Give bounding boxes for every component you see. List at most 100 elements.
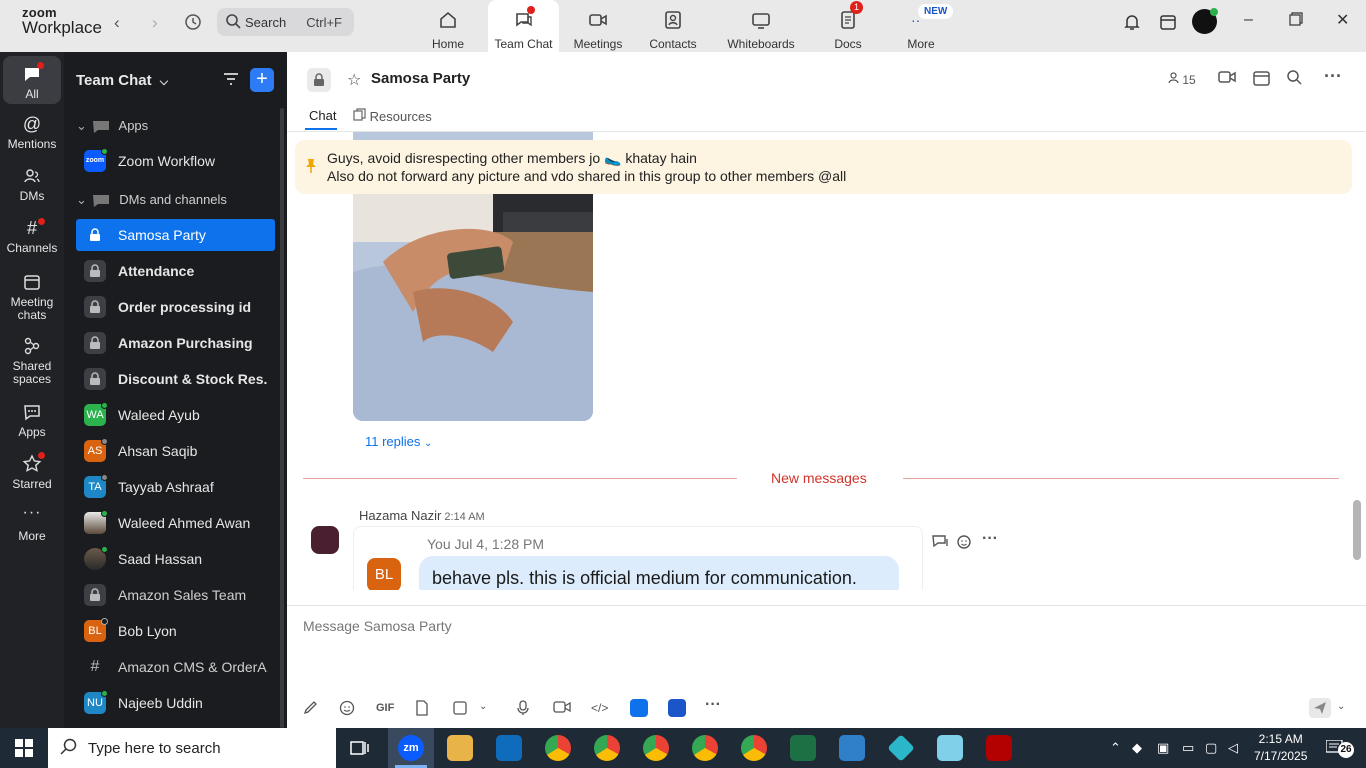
video-icon[interactable] (1218, 70, 1236, 87)
message-scrollbar[interactable] (1353, 500, 1361, 560)
filezilla-icon[interactable] (986, 735, 1012, 761)
taskbar-search[interactable]: Type here to search (48, 728, 336, 768)
calendar-icon[interactable] (1159, 13, 1177, 36)
sidebar-item-saad-hassan[interactable]: Saad Hassan (76, 543, 275, 575)
filter-icon[interactable] (222, 70, 240, 93)
tab-resources[interactable]: Resources (353, 108, 432, 124)
chevron-down-icon[interactable]: ⌄ (479, 701, 487, 712)
bell-icon[interactable] (1123, 13, 1141, 36)
windows-start-icon[interactable] (15, 739, 33, 762)
rail-mentions[interactable]: @ Mentions (0, 114, 64, 151)
gif-button[interactable]: GIF (376, 702, 394, 714)
chevron-down-icon[interactable]: ⌄ (1337, 701, 1345, 712)
file-icon[interactable] (415, 700, 429, 719)
close-icon[interactable]: ✕ (1336, 10, 1349, 30)
sidebar-item-discount-stock[interactable]: Discount & Stock Res... (76, 363, 275, 395)
app-shortcut-icon[interactable] (668, 699, 686, 717)
screenshot-icon[interactable] (452, 700, 468, 719)
search-box[interactable]: Search Ctrl+F (217, 8, 354, 36)
back-arrow-icon[interactable]: ‹ (114, 13, 120, 33)
sidebar-item-najeeb-uddin[interactable]: NU Najeeb Uddin (76, 687, 275, 719)
forward-arrow-icon[interactable]: › (152, 13, 158, 33)
send-button[interactable] (1309, 698, 1331, 718)
section-apps[interactable]: ⌄ Apps (76, 118, 148, 134)
rail-apps[interactable]: Apps (0, 402, 64, 439)
replies-link[interactable]: 11 replies ⌄ (365, 434, 432, 449)
channel-title[interactable]: Samosa Party (371, 70, 470, 87)
excel-icon[interactable] (790, 735, 816, 761)
outlook-icon[interactable] (496, 735, 522, 761)
avatar[interactable] (311, 526, 339, 554)
tab-docs[interactable]: 1 Docs (826, 0, 870, 52)
app-icon[interactable] (887, 734, 915, 762)
restore-icon[interactable] (1289, 12, 1303, 31)
more-options-icon[interactable]: ··· (1324, 66, 1342, 87)
rail-starred[interactable]: Starred (0, 452, 64, 491)
tab-whiteboards[interactable]: Whiteboards (722, 0, 800, 52)
tray-app-icon[interactable]: ◆ (1132, 740, 1142, 756)
star-icon[interactable]: ☆ (347, 70, 361, 90)
sidebar-item-amazon-purchasing[interactable]: Amazon Purchasing (76, 327, 275, 359)
more-tools-icon[interactable]: ··· (705, 696, 721, 714)
calendar-icon[interactable] (1253, 70, 1270, 89)
emoji-reaction-icon[interactable] (957, 534, 973, 555)
sidebar-title[interactable]: Team Chat ⌵ (76, 72, 168, 89)
code-snippet-icon[interactable]: </> (591, 701, 608, 715)
network-icon[interactable]: ▢ (1205, 740, 1217, 756)
new-chat-button[interactable]: + (250, 68, 274, 92)
rail-all[interactable]: All (3, 56, 61, 104)
reply-icon[interactable] (932, 534, 948, 553)
sidebar-item-waleed-ahmed-awan[interactable]: Waleed Ahmed Awan (76, 507, 275, 539)
message-list[interactable]: Guys, avoid disrespecting other members … (287, 132, 1366, 590)
volume-icon[interactable]: ◁ (1228, 740, 1238, 756)
chrome-icon[interactable] (741, 735, 767, 761)
taskbar-clock[interactable]: 2:15 AM 7/17/2025 (1254, 731, 1307, 765)
chevron-up-icon[interactable]: ⌃ (1110, 740, 1121, 756)
chrome-icon[interactable] (692, 735, 718, 761)
sidebar-item-waleed-ayub[interactable]: WA Waleed Ayub (76, 399, 275, 431)
sidebar-scrollbar[interactable] (280, 108, 284, 728)
rail-shared-spaces[interactable]: Shared spaces (0, 336, 64, 386)
tab-chat[interactable]: Chat (309, 108, 336, 123)
rail-dms[interactable]: DMs (0, 166, 64, 203)
sidebar-item-amazon-sales-team[interactable]: Amazon Sales Team (76, 579, 275, 611)
sidebar-item-samosa-party[interactable]: Samosa Party (76, 219, 275, 251)
tab-contacts[interactable]: Contacts (642, 0, 704, 52)
sidebar-item-zoom-workflow[interactable]: zoom Zoom Workflow (76, 145, 275, 177)
chrome-icon[interactable] (594, 735, 620, 761)
app-shortcut-icon[interactable] (630, 699, 648, 717)
battery-icon[interactable]: ▭ (1182, 740, 1194, 756)
section-dms-channels[interactable]: ⌄ DMs and channels (76, 192, 227, 208)
app-icon[interactable] (937, 735, 963, 761)
members-button[interactable]: 15 (1168, 72, 1196, 87)
tab-more[interactable]: ·· NEW More (898, 0, 954, 52)
tab-meetings[interactable]: Meetings (568, 0, 628, 52)
pinned-message[interactable]: Guys, avoid disrespecting other members … (295, 140, 1352, 194)
chrome-icon[interactable] (643, 735, 669, 761)
calculator-icon[interactable] (839, 735, 865, 761)
sidebar-item-bob-lyon[interactable]: BL Bob Lyon (76, 615, 275, 647)
tab-home[interactable]: Home (418, 0, 478, 52)
tab-team-chat[interactable]: Team Chat (488, 0, 559, 52)
history-icon[interactable] (184, 13, 202, 36)
sidebar-item-ahsan-saqib[interactable]: AS Ahsan Saqib (76, 435, 275, 467)
message-more-icon[interactable]: ··· (982, 530, 998, 548)
notification-center-button[interactable]: 26 (1325, 739, 1356, 758)
chrome-icon[interactable] (545, 735, 571, 761)
sidebar-item-attendance[interactable]: Attendance (76, 255, 275, 287)
sidebar-item-amazon-cms[interactable]: # Amazon CMS & OrderA... (76, 651, 275, 683)
microphone-icon[interactable] (517, 700, 529, 719)
file-explorer-icon[interactable] (447, 735, 473, 761)
rail-meeting-chats[interactable]: Meeting chats (0, 272, 64, 322)
sidebar-item-order-processing[interactable]: Order processing id (76, 291, 275, 323)
rail-channels[interactable]: # Channels (0, 218, 64, 255)
emoji-icon[interactable] (339, 700, 355, 719)
video-message-icon[interactable] (553, 700, 571, 717)
search-icon[interactable] (1287, 70, 1302, 88)
format-icon[interactable] (303, 700, 318, 718)
sidebar-item-tayyab-ashraaf[interactable]: TA Tayyab Ashraaf (76, 471, 275, 503)
message-input[interactable]: Message Samosa Party (303, 618, 452, 634)
minimize-icon[interactable]: – (1244, 11, 1253, 29)
zoom-app-icon[interactable]: zm (398, 735, 424, 761)
rail-more[interactable]: ··· More (0, 505, 64, 543)
